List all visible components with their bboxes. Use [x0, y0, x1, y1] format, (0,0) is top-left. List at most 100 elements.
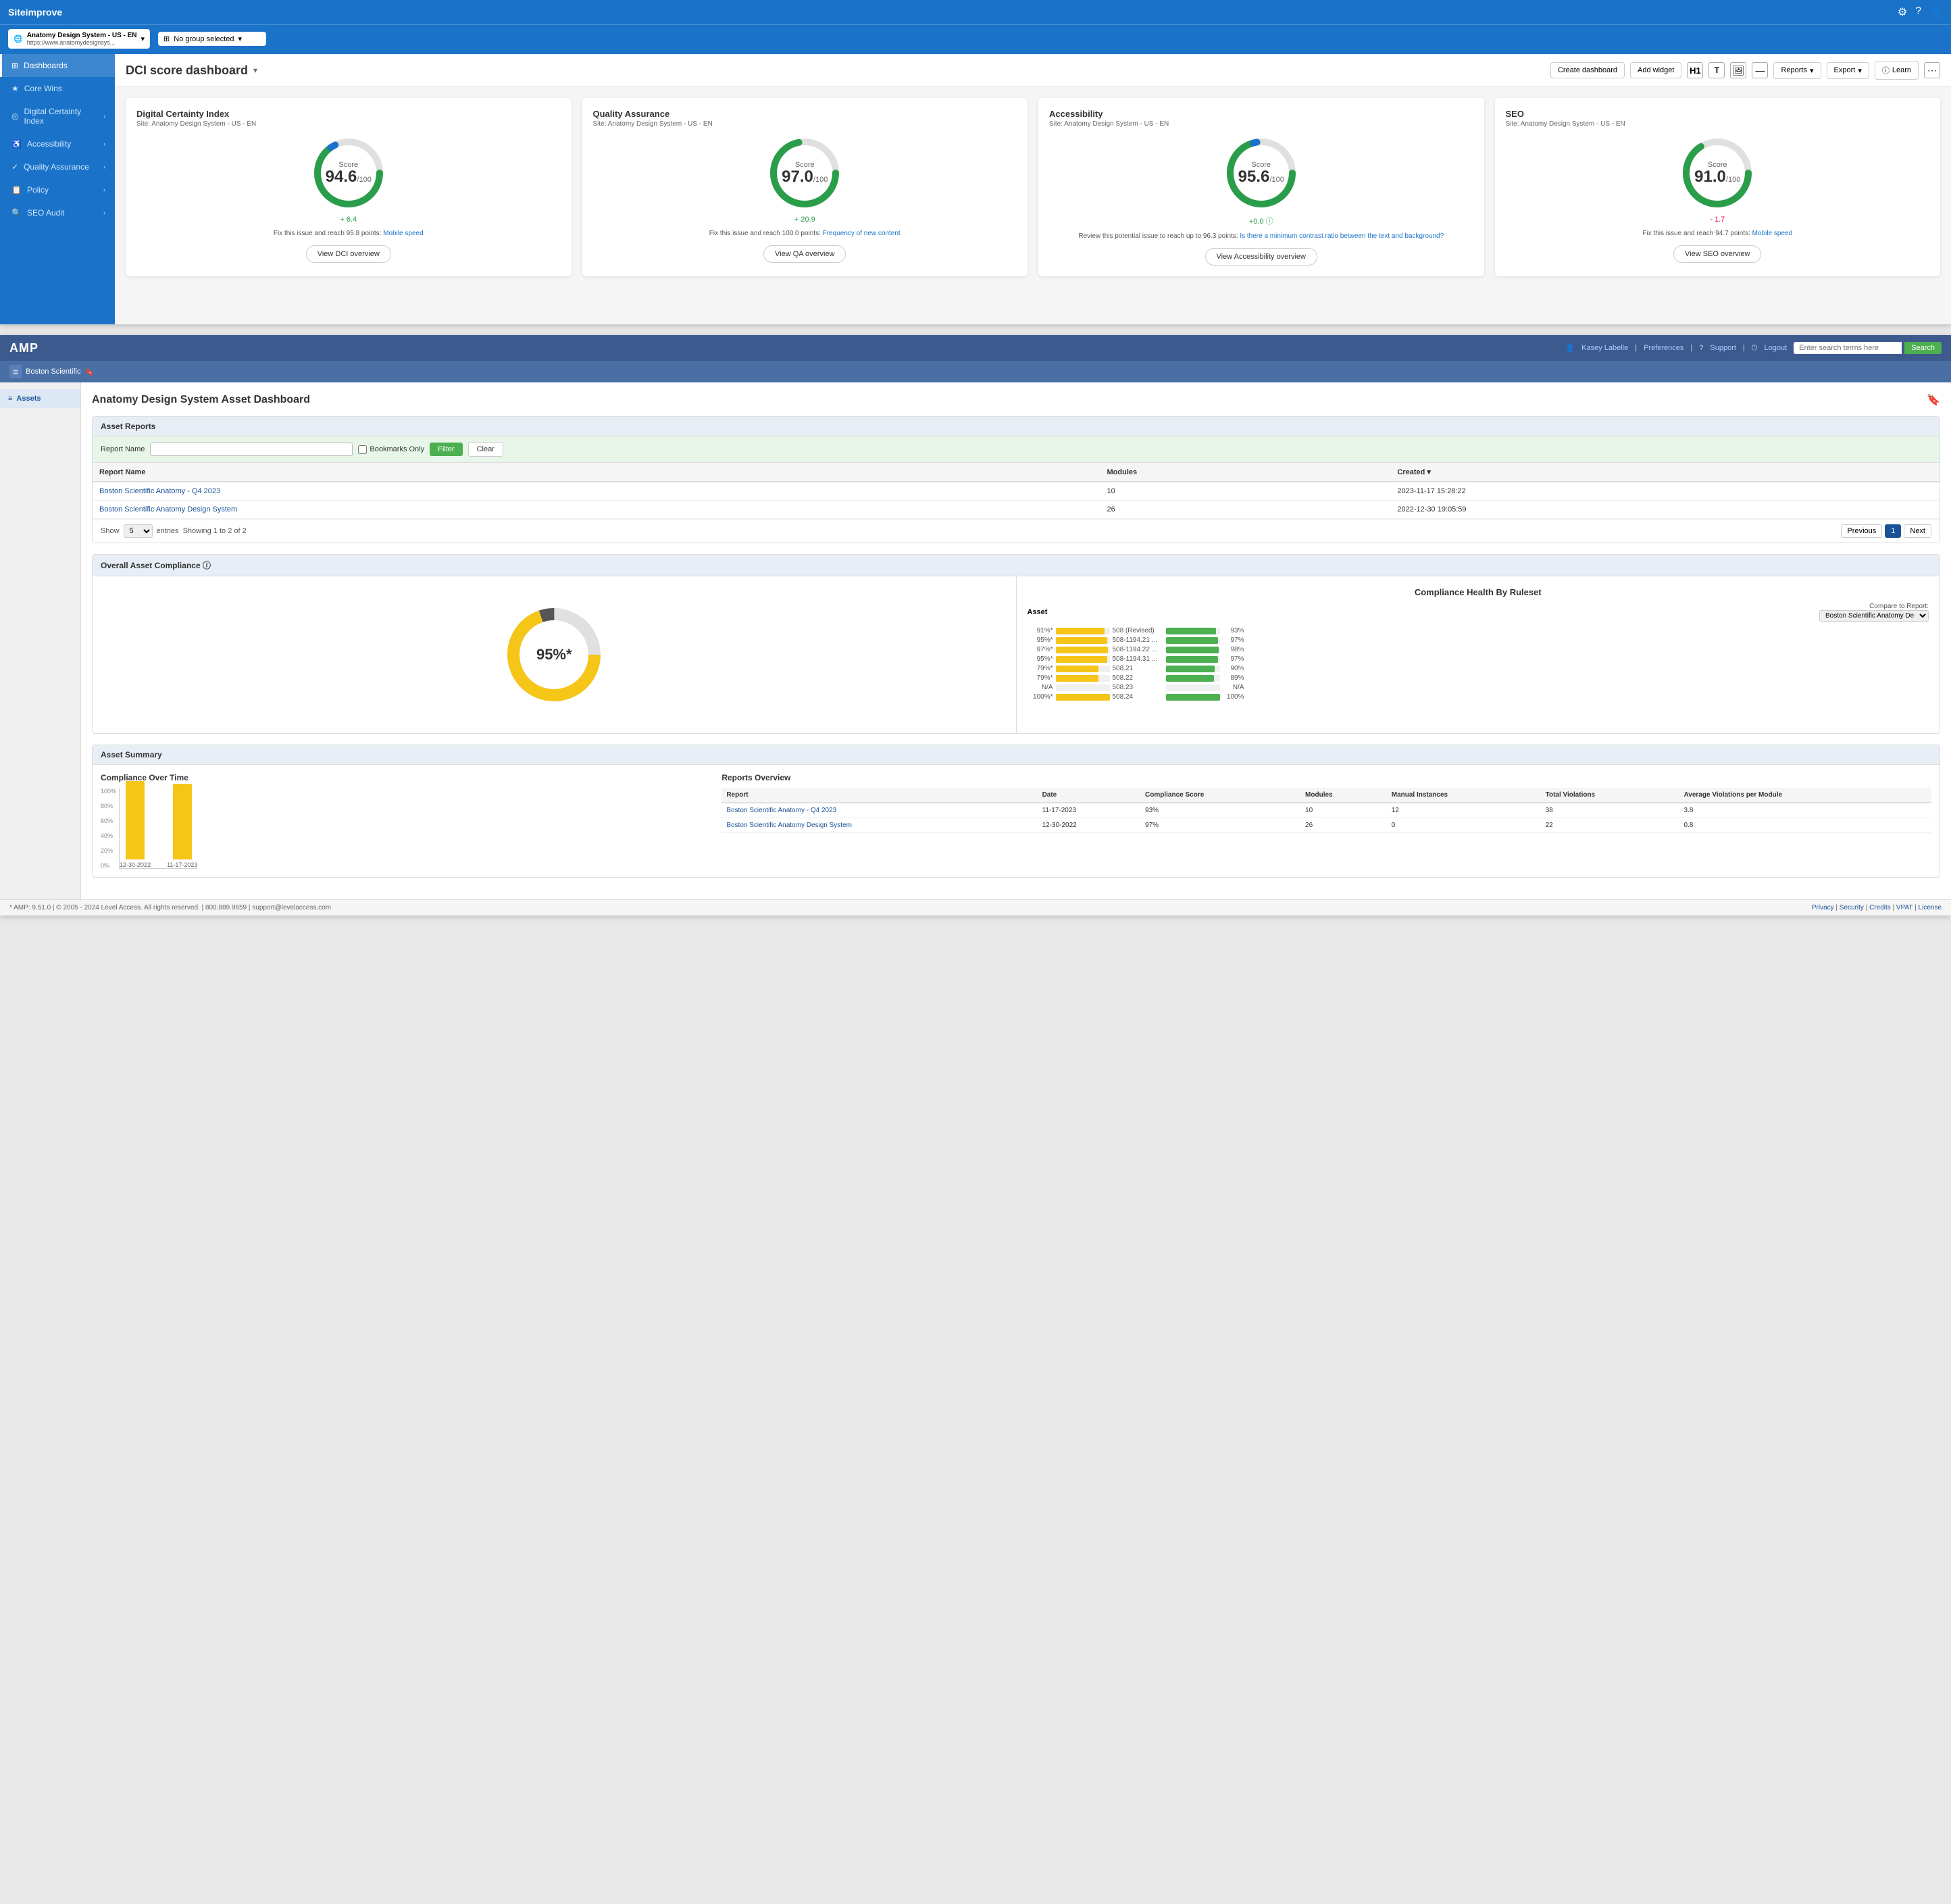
seo-hint-link[interactable]: Mobile speed — [1752, 230, 1792, 237]
title-dropdown-icon[interactable]: ▾ — [253, 66, 257, 75]
amp-company-bookmark[interactable]: 🔖 — [85, 368, 95, 376]
export-button[interactable]: Export ▾ — [1827, 62, 1869, 79]
user-icon-amp: 👤 — [1565, 344, 1575, 353]
accessibility-card-site: Site: Anatomy Design System - US - EN — [1049, 120, 1169, 128]
view-seo-overview-button[interactable]: View SEO overview — [1673, 245, 1761, 263]
ruleset-row-item: 100%* 508.24 100% — [1028, 693, 1929, 701]
dci-score-label: Score 94.6/100 — [326, 161, 372, 185]
rov-col-violations: Total Violations — [1541, 788, 1679, 803]
report-name-filter-input[interactable] — [150, 443, 353, 456]
learn-button[interactable]: ⓘ Learn — [1875, 61, 1919, 80]
show-entries-select[interactable]: 5 10 25 — [124, 524, 153, 538]
qa-card-title: Quality Assurance — [593, 109, 670, 119]
si-main-content: DCI score dashboard ▾ Create dashboard A… — [115, 54, 1951, 324]
seo-card-hint: Fix this issue and reach 94.7 points: Mo… — [1642, 229, 1792, 239]
si-toolbar-right: Create dashboard Add widget H1 T 🖼 — Rep… — [1550, 61, 1940, 80]
report-name-filter-label: Report Name — [101, 445, 145, 453]
amp-logo: AMP — [9, 341, 39, 355]
dci-icon: ◎ — [11, 111, 18, 121]
previous-page-button[interactable]: Previous — [1841, 524, 1882, 538]
compliance-info-icon[interactable]: ⓘ — [203, 561, 211, 570]
site-name: Anatomy Design System - US - EN — [27, 32, 137, 39]
dci-hint-link[interactable]: Mobile speed — [383, 230, 423, 237]
accessibility-hint-link[interactable]: Is there a minimum contrast ratio betwee… — [1240, 232, 1444, 240]
si-cards: Digital Certainty Index Site: Anatomy De… — [115, 87, 1951, 287]
view-accessibility-overview-button[interactable]: View Accessibility overview — [1205, 248, 1317, 266]
sidebar-item-dci[interactable]: ◎ Digital Certainty Index › — [0, 100, 115, 132]
rov-col-report: Report — [721, 788, 1037, 803]
ruleset-rows: 91%* 508 (Revised) 93% 95%* 508-1194.21 … — [1028, 627, 1929, 701]
showing-text: Showing 1 to 2 of 2 — [183, 527, 247, 535]
credits-link[interactable]: Credits — [1869, 904, 1891, 911]
more-button[interactable]: ⋯ — [1924, 62, 1940, 78]
reports-button[interactable]: Reports ▾ — [1773, 62, 1821, 79]
qa-hint-link[interactable]: Frequency of new content — [823, 230, 901, 237]
si-toolbar: DCI score dashboard ▾ Create dashboard A… — [115, 54, 1951, 87]
list-item: Boston Scientific Anatomy Design System … — [721, 818, 1931, 833]
accessibility-card-hint: Review this potential issue to reach up … — [1078, 232, 1444, 241]
seo-chevron: › — [103, 209, 105, 216]
globe-icon: 🌐 — [14, 34, 23, 43]
compare-report-select[interactable]: Boston Scientific Anatomy De — [1819, 610, 1929, 622]
group-selector[interactable]: ⊞ No group selected ▾ — [158, 32, 266, 46]
amp-sidebar-assets[interactable]: ≡ Assets — [0, 389, 80, 408]
help-icon[interactable]: ? — [1915, 5, 1921, 19]
compare-to-report: Compare to Report: Boston Scientific Ana… — [1819, 603, 1929, 622]
page-bookmark-icon[interactable]: 🔖 — [1927, 393, 1940, 407]
view-dci-overview-button[interactable]: View DCI overview — [306, 245, 391, 263]
security-link[interactable]: Security — [1840, 904, 1864, 911]
sidebar-item-seo[interactable]: 🔍 SEO Audit › — [0, 201, 115, 224]
group-label: No group selected — [174, 35, 234, 43]
asset-reports-section: Asset Reports Report Name Bookmarks Only… — [92, 416, 1940, 543]
seo-icon: 🔍 — [11, 208, 22, 218]
sidebar-item-dashboards[interactable]: ⊞ Dashboards — [0, 54, 115, 77]
preferences-link[interactable]: Preferences — [1644, 344, 1683, 352]
h1-button[interactable]: H1 — [1687, 62, 1703, 78]
filter-button[interactable]: Filter — [430, 443, 462, 456]
accessibility-score-label: Score 95.6/100 — [1238, 161, 1284, 185]
reports-overview: Reports Overview Report Date Compliance … — [713, 765, 1940, 877]
si-subbar: 🌐 Anatomy Design System - US - EN https:… — [0, 24, 1951, 54]
bar-2023-col — [173, 784, 192, 859]
ruleset-row-item: 95%* 508-1194.21 ... 97% — [1028, 636, 1929, 644]
sidebar-item-accessibility[interactable]: ♿ Accessibility › — [0, 132, 115, 155]
si-sidebar: ⊞ Dashboards ★ Core Wins ◎ Digital Certa… — [0, 54, 115, 324]
dci-score-delta: + 6.4 — [340, 216, 357, 224]
sidebar-item-policy[interactable]: 📋 Policy › — [0, 178, 115, 201]
policy-chevron: › — [103, 186, 105, 193]
seo-card-title: SEO — [1506, 109, 1524, 119]
privacy-link[interactable]: Privacy — [1812, 904, 1834, 911]
logout-link[interactable]: Logout — [1764, 344, 1787, 352]
add-widget-button[interactable]: Add widget — [1630, 62, 1681, 78]
amp-company-name: Boston Scientific — [26, 368, 80, 376]
donut-container: 95%* — [103, 587, 1005, 722]
page-1-button[interactable]: 1 — [1885, 524, 1901, 538]
support-link[interactable]: Support — [1710, 344, 1736, 352]
settings-icon[interactable]: ⚙ — [1898, 5, 1907, 19]
si-logo: Siteimprove — [8, 7, 62, 18]
user-icon[interactable]: 👤 — [1929, 5, 1943, 19]
bookmarks-only-checkbox[interactable] — [358, 445, 367, 454]
amp-main: Anatomy Design System Asset Dashboard 🔖 … — [81, 382, 1951, 899]
create-dashboard-button[interactable]: Create dashboard — [1550, 62, 1625, 78]
site-selector[interactable]: 🌐 Anatomy Design System - US - EN https:… — [8, 29, 150, 49]
sidebar-item-qa[interactable]: ✓ Quality Assurance › — [0, 155, 115, 178]
image-button[interactable]: 🖼 — [1730, 62, 1746, 78]
asset-summary-header: Asset Summary — [93, 745, 1940, 765]
license-link[interactable]: License — [1919, 904, 1942, 911]
dash-button[interactable]: — — [1752, 62, 1768, 78]
bar-2022-label: 12-30-2022 — [120, 861, 151, 868]
sidebar-item-core-wins[interactable]: ★ Core Wins — [0, 77, 115, 100]
view-qa-overview-button[interactable]: View QA overview — [763, 245, 846, 263]
asset-reports-table: Report Name Modules Created ▾ Boston Sci… — [93, 463, 1940, 519]
dashboard-title: DCI score dashboard — [126, 64, 248, 78]
t-button[interactable]: T — [1708, 62, 1725, 78]
vpat-link[interactable]: VPAT — [1896, 904, 1912, 911]
user-name-link[interactable]: Kasey Labelle — [1581, 344, 1628, 352]
sidebar-label-policy: Policy — [27, 185, 98, 195]
amp-search-button[interactable]: Search — [1904, 342, 1942, 354]
amp-search-input[interactable] — [1794, 342, 1902, 354]
bar-chart-area: 100% 80% 60% 40% 20% 0% 12-30-2022 — [101, 788, 705, 869]
clear-button[interactable]: Clear — [468, 442, 503, 457]
next-page-button[interactable]: Next — [1904, 524, 1931, 538]
